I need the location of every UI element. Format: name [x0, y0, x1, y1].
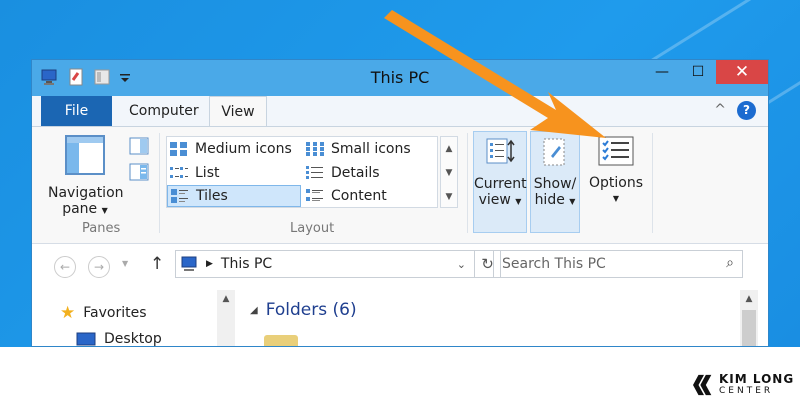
scrollbar-thumb[interactable]: [742, 310, 756, 346]
main-scrollbar[interactable]: ▲: [740, 290, 758, 346]
watermark-brand: KIM LONG: [719, 372, 795, 386]
folders-header-label: Folders (6): [265, 300, 357, 320]
scroll-up-icon[interactable]: ▲: [740, 290, 758, 308]
current-view-label-2: view: [478, 192, 511, 208]
gallery-scroll-up-icon[interactable]: ▲: [441, 137, 457, 161]
details-icon: [306, 166, 323, 179]
scroll-up-icon[interactable]: ▲: [217, 290, 235, 308]
layout-gallery-scroller: ▲ ▼ ▼: [440, 136, 458, 208]
navigation-pane-icon: [65, 135, 105, 175]
tab-computer[interactable]: Computer: [115, 96, 213, 126]
layout-tiles[interactable]: Tiles: [167, 185, 301, 207]
address-path: This PC: [220, 256, 273, 272]
gallery-more-icon[interactable]: ▼: [441, 185, 457, 209]
file-explorer-window: This PC — ☐ ✕ File Computer View ^ ? Nav…: [31, 59, 769, 347]
nav-pane-scrollbar[interactable]: ▲: [217, 290, 235, 346]
navigation-pane-label: Navigation: [48, 185, 124, 201]
current-view-icon: [486, 138, 515, 164]
medium-icons-icon: [170, 142, 187, 156]
forward-button[interactable]: →: [88, 256, 110, 278]
gallery-scroll-down-icon[interactable]: ▼: [441, 161, 457, 185]
desktop-icon: [76, 332, 96, 346]
watermark-subtitle: CENTER: [719, 386, 774, 396]
current-view-label: Current: [474, 176, 527, 192]
dropdown-caret-icon: ▼: [612, 194, 620, 203]
dropdown-caret-icon: ▼: [569, 197, 576, 206]
recent-locations-icon[interactable]: ▼: [122, 259, 128, 268]
layout-content[interactable]: Content: [303, 185, 437, 207]
layout-small-icons[interactable]: Small icons: [303, 138, 437, 160]
address-dropdown-icon[interactable]: ⌄: [457, 258, 466, 271]
navigation-pane-label-2: pane: [62, 201, 98, 217]
folders-group-header[interactable]: ◢ Folders (6): [250, 300, 357, 320]
watermark-logo: KIM LONG CENTER: [693, 373, 794, 397]
collapse-triangle-icon: ◢: [250, 304, 258, 316]
kim-long-logo-icon: [693, 374, 712, 396]
star-icon: ★: [60, 303, 76, 323]
list-icon: [170, 167, 188, 178]
minimize-button[interactable]: —: [644, 60, 680, 84]
navigation-pane-button[interactable]: Navigation pane ▼: [48, 135, 124, 219]
options-icon: [598, 136, 634, 166]
current-view-button[interactable]: Current view ▼: [473, 131, 527, 233]
tiles-icon: [171, 189, 188, 203]
nav-item-desktop[interactable]: Desktop: [60, 326, 162, 346]
panes-group-label: Panes: [82, 221, 121, 236]
ribbon-view-panel: Navigation pane ▼ Panes Medium icons Sma…: [32, 126, 768, 244]
title-bar[interactable]: This PC — ☐ ✕: [32, 60, 768, 96]
breadcrumb-chevron-icon: ▶: [206, 259, 213, 269]
search-placeholder: Search This PC: [502, 256, 606, 272]
back-button[interactable]: ←: [54, 256, 76, 278]
show-hide-label: Show/: [533, 176, 577, 192]
help-icon[interactable]: ?: [737, 101, 756, 120]
dropdown-caret-icon: ▼: [515, 197, 522, 206]
layout-medium-icons[interactable]: Medium icons: [167, 138, 301, 160]
computer-icon: [181, 256, 197, 271]
options-label: Options: [588, 175, 644, 191]
close-button[interactable]: ✕: [716, 60, 768, 84]
show-hide-icon: [543, 138, 565, 166]
group-separator: [652, 133, 653, 233]
show-hide-button[interactable]: Show/ hide ▼: [530, 131, 580, 233]
window-controls: — ☐ ✕: [644, 60, 768, 84]
preview-pane-icon[interactable]: [129, 137, 149, 155]
address-bar[interactable]: ▶ This PC ⌄: [175, 250, 475, 278]
dropdown-caret-icon: ▼: [101, 206, 108, 215]
layout-list[interactable]: List: [167, 162, 301, 184]
group-separator: [467, 133, 468, 233]
small-icons-icon: [306, 142, 324, 156]
search-icon[interactable]: ⌕: [726, 255, 734, 271]
tab-file[interactable]: File: [41, 96, 112, 126]
layout-group-label: Layout: [290, 221, 335, 236]
search-input[interactable]: Search This PC ⌕: [493, 250, 743, 278]
content-area: ★ Favorites Desktop ▲ ◢ Folders (6) ▲: [32, 290, 768, 346]
content-icon: [306, 189, 323, 201]
layout-gallery: Medium icons Small icons List Details Ti…: [166, 136, 438, 208]
show-hide-label-2: hide: [534, 192, 565, 208]
desktop-light-streak: [649, 0, 800, 63]
up-arrow-icon[interactable]: ↑: [150, 254, 164, 274]
navigation-pane: ★ Favorites Desktop: [60, 300, 162, 346]
group-separator: [159, 133, 160, 233]
folder-icon[interactable]: [264, 335, 298, 346]
tab-view[interactable]: View: [209, 96, 267, 127]
layout-details[interactable]: Details: [303, 162, 437, 184]
maximize-button[interactable]: ☐: [680, 60, 716, 84]
nav-item-favorites[interactable]: ★ Favorites: [60, 300, 162, 326]
collapse-ribbon-icon[interactable]: ^: [714, 102, 726, 118]
details-pane-icon[interactable]: [129, 163, 149, 181]
options-button[interactable]: Options ▼: [587, 131, 645, 207]
address-row: ← → ▼ ↑ ▶ This PC ⌄ ↻ Search This PC ⌕: [32, 244, 768, 290]
ribbon-tab-bar: File Computer View ^ ?: [32, 96, 768, 127]
